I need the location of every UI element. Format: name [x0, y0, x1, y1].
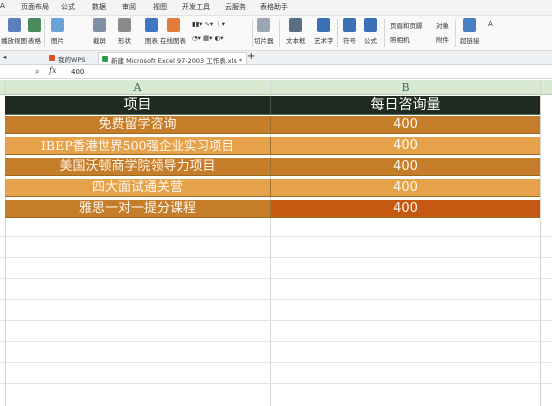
- wordart-icon: [317, 18, 331, 32]
- table-row: 四大面试通关营 400: [5, 179, 540, 197]
- menu-tab-cloud[interactable]: 云服务: [225, 2, 246, 12]
- table-header-row: 项目 每日咨询量: [5, 96, 540, 115]
- chart-button[interactable]: 图表: [145, 18, 158, 45]
- hyperlink-button[interactable]: 超链接: [460, 18, 480, 45]
- menu-tab-view[interactable]: 视图: [153, 2, 167, 12]
- chart-type-selector-2[interactable]: ◔▾ ▦▾ ◐▾: [192, 34, 223, 42]
- shapes-button[interactable]: 形状: [118, 18, 131, 45]
- menu-tab-formulas[interactable]: 公式: [61, 2, 75, 12]
- cell-item[interactable]: IBEP香港世界500强企业实习项目: [5, 137, 270, 154]
- fx-icon[interactable]: fx: [49, 66, 56, 75]
- formula-input[interactable]: 400: [71, 68, 84, 76]
- formula-icon: [364, 18, 377, 32]
- column-header-b[interactable]: B: [271, 80, 540, 95]
- menu-bar: A 页面布局 公式 数据 审阅 视图 开发工具 云服务 表格助手: [0, 0, 552, 16]
- column-header-a[interactable]: A: [5, 80, 270, 95]
- menu-tab-data[interactable]: 数据: [92, 2, 106, 12]
- online-chart-icon: [166, 18, 180, 32]
- ribbon-separator: [337, 19, 338, 47]
- table-row: 美国沃顿商学院领导力项目 400: [5, 158, 540, 176]
- table-row: 雅思一对一提分课程 400: [5, 200, 540, 218]
- symbol-button[interactable]: 符号: [343, 18, 356, 45]
- excel-file-icon: [102, 56, 108, 62]
- menu-tab-table-helper[interactable]: 表格助手: [260, 2, 288, 12]
- header-cell-count[interactable]: 每日咨询量: [271, 96, 540, 114]
- ribbon: 播放视图 表格 图片 截屏 形状 图表 在线图表 ▮▮▾ ∿▾ ⋮▾ ◔▾ ▦▾…: [0, 16, 552, 51]
- freeze-view-button[interactable]: 播放视图: [1, 18, 27, 45]
- grid-line: [0, 257, 552, 258]
- cell-item[interactable]: 免费留学咨询: [5, 116, 270, 133]
- ribbon-separator: [384, 19, 385, 47]
- add-tab-button[interactable]: +: [247, 51, 255, 62]
- picture-icon: [51, 18, 64, 32]
- formula-bar: ⌕ fx 400: [0, 65, 552, 79]
- picture-button[interactable]: 图片: [51, 18, 64, 45]
- column-headers: A B: [0, 80, 552, 95]
- table-icon: [28, 18, 41, 32]
- camera-button[interactable]: 照相机: [390, 34, 410, 44]
- table-button[interactable]: 表格: [28, 18, 41, 45]
- tab-workbook[interactable]: 新建 Microsoft Excel 97-2003 工作表.xls *: [98, 52, 248, 65]
- chart-icon: [145, 18, 158, 32]
- slicer-icon: [257, 18, 271, 32]
- grid-line: [0, 341, 552, 342]
- chart-type-selector[interactable]: ▮▮▾ ∿▾ ⋮▾: [192, 20, 225, 28]
- grid-line: [0, 362, 552, 363]
- cell-count[interactable]: 400: [271, 179, 540, 196]
- ribbon-separator: [44, 19, 45, 47]
- tab-scroll-left-icon[interactable]: ◂: [3, 53, 6, 61]
- grid-line: [0, 278, 552, 279]
- header-footer-button[interactable]: 页眉和页脚: [390, 20, 423, 30]
- slicer-button[interactable]: 切片器: [254, 18, 274, 45]
- table-row: IBEP香港世界500强企业实习项目 400: [5, 137, 540, 155]
- cell-item[interactable]: 四大面试通关营: [5, 179, 270, 196]
- symbol-icon: [343, 18, 356, 32]
- tab-my-wps[interactable]: 我的WPS: [46, 52, 89, 64]
- wordart-button[interactable]: 艺术字: [314, 18, 334, 45]
- active-cell-count[interactable]: 400: [271, 200, 540, 217]
- object-button[interactable]: 对象: [436, 20, 449, 30]
- cell-item[interactable]: 美国沃顿商学院领导力项目: [5, 158, 270, 175]
- screenshot-icon: [93, 18, 106, 32]
- ribbon-separator: [455, 19, 456, 47]
- zoom-search-icon[interactable]: ⌕: [35, 67, 39, 77]
- cell-item[interactable]: 雅思一对一提分课程: [5, 200, 270, 217]
- screenshot-button[interactable]: 截屏: [93, 18, 106, 45]
- attachment-button[interactable]: 附件: [436, 30, 449, 44]
- ribbon-separator: [252, 19, 253, 47]
- formula-button[interactable]: 公式: [364, 18, 377, 45]
- font-style-button[interactable]: A: [488, 20, 493, 28]
- grid-line: [0, 299, 552, 300]
- menu-tab-developer[interactable]: 开发工具: [182, 2, 210, 12]
- textbox-icon: [289, 18, 303, 32]
- wps-logo-icon: [49, 55, 55, 61]
- cell-count[interactable]: 400: [271, 158, 540, 175]
- grid-line: [0, 320, 552, 321]
- freeze-panes-icon: [7, 18, 21, 32]
- document-tabs: ◂ 我的WPS 新建 Microsoft Excel 97-2003 工作表.x…: [0, 51, 552, 65]
- cell-count[interactable]: 400: [271, 137, 540, 154]
- table-row: 免费留学咨询 400: [5, 116, 540, 134]
- menu-tab-review[interactable]: 审阅: [122, 2, 136, 12]
- grid-line: [0, 236, 552, 237]
- cell-count[interactable]: 400: [271, 116, 540, 133]
- textbox-button[interactable]: 文本框: [286, 18, 306, 45]
- grid-line: [0, 383, 552, 384]
- menu-tab-home[interactable]: A: [0, 2, 5, 10]
- header-cell-item[interactable]: 项目: [5, 96, 270, 114]
- hyperlink-icon: [463, 18, 477, 32]
- menu-tab-page-layout[interactable]: 页面布局: [21, 2, 49, 12]
- shapes-icon: [118, 18, 131, 32]
- ribbon-separator: [279, 19, 280, 47]
- grid-line: [540, 80, 541, 406]
- online-chart-button[interactable]: 在线图表: [160, 18, 186, 45]
